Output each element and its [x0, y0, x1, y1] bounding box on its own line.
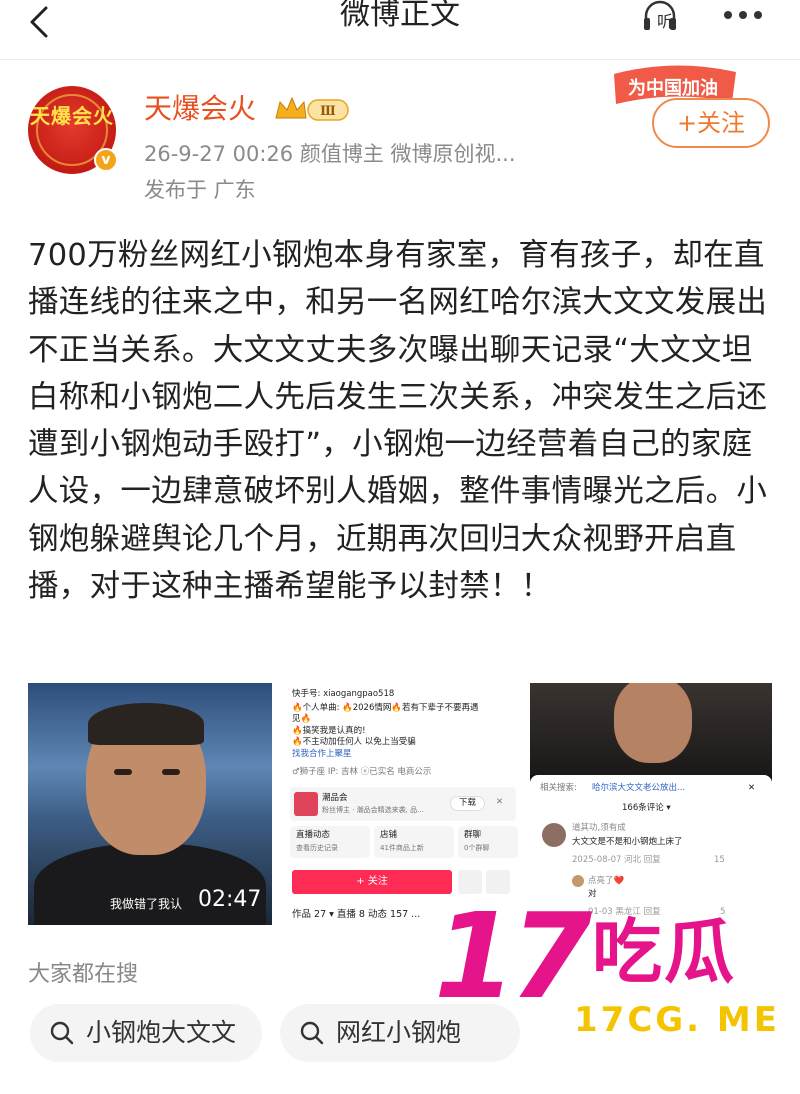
follow-button[interactable]: +关注	[652, 98, 770, 148]
comment-count: 166条评论 ▾	[622, 803, 671, 813]
listen-headphones-icon[interactable]: 听	[640, 0, 700, 34]
author-name[interactable]: 天爆会火	[144, 92, 256, 126]
search-section-title: 大家都在搜	[28, 962, 139, 987]
avatar-text: 天爆会火	[30, 104, 114, 128]
comment-likes: 15	[714, 855, 725, 865]
bio-line: 🔥个人单曲: 🔥2026情网🔥若有下辈子不要再遇	[292, 703, 479, 713]
live-label: 直播动态	[296, 830, 331, 840]
comment-text: 大文文是不是和小钢炮上床了	[572, 837, 683, 847]
watermark-number: 17	[434, 887, 592, 1025]
bio-link: 找我合作上聚星	[292, 749, 352, 759]
kuaishou-handle: 快手号: xiaogangpao518	[292, 689, 395, 699]
comment-user: 道其功,须有成	[572, 823, 626, 833]
profile-tabs: 作品 27 ▾ 直播 8 动态 157 ...	[292, 909, 421, 920]
post-text: 700万粉丝网红小钢炮本身有家室，育有孩子，却在直播连线的往来之中，和另一名网红…	[28, 238, 768, 605]
member-level: Ⅲ	[320, 104, 336, 119]
bio-line: 见🔥	[292, 714, 312, 724]
close-icon: ✕	[748, 783, 756, 793]
listen-label: 听	[657, 12, 673, 31]
watermark-text: 吃瓜	[592, 911, 736, 993]
download-button[interactable]: 下载	[450, 796, 486, 811]
profile-tags: ♂狮子座 IP: 吉林 ⓥ已实名 电商公示	[292, 767, 432, 777]
site-watermark: 17 吃瓜 17CG. ME	[434, 896, 794, 1046]
member-crown-icon: Ⅲ	[275, 96, 349, 121]
store-label: 店铺	[380, 830, 398, 840]
search-chip[interactable]: 小钢炮大文文	[30, 1004, 262, 1062]
post-location: 发布于 广东	[144, 178, 256, 202]
comment-meta: 2025-08-07 河北 回复	[572, 855, 661, 865]
video-duration: 02:47	[198, 887, 262, 912]
search-icon	[50, 1021, 74, 1045]
top-nav: 微博正文 听	[0, 0, 800, 60]
bio-line: 🔥搞笑我是认真的!	[292, 726, 366, 736]
close-icon: ✕	[496, 797, 504, 807]
watermark-url: 17CG. ME	[574, 1000, 780, 1040]
comment-user: 点亮了❤️	[588, 876, 625, 886]
badge-text: 为中国加油	[628, 77, 718, 99]
group-label: 群聊	[464, 830, 482, 840]
profile-follow-button[interactable]: + 关注	[292, 870, 452, 894]
live-sub: 查看历史记录	[296, 844, 338, 852]
more-options-icon[interactable]	[724, 0, 776, 30]
shop-name: 潮品会	[322, 793, 348, 803]
video-thumbnail[interactable]: 我做错了我认 02:47	[28, 683, 272, 925]
bio-line: 🔥不主动加任何人 以免上当受骗	[292, 737, 416, 747]
avatar	[542, 823, 566, 847]
search-chip-label: 小钢炮大文文	[86, 1018, 237, 1047]
video-caption: 我做错了我认	[110, 897, 183, 911]
shop-card: 潮品会 粉丝博主 · 潮品会精选来袭, 品... 下载 ✕	[290, 787, 516, 821]
search-icon	[300, 1021, 324, 1045]
store-sub: 41件商品上新	[380, 844, 424, 852]
verified-icon: v	[94, 148, 118, 172]
related-search-label: 相关搜索:	[540, 783, 577, 793]
avatar	[572, 875, 584, 887]
post-meta: 26-9-27 00:26 颜值博主 微博原创视...	[144, 142, 516, 166]
related-search-link: 哈尔滨大文文老公放出...	[592, 783, 686, 793]
group-sub: 0个群聊	[464, 844, 490, 852]
shop-sub: 粉丝博主 · 潮品会精选来袭, 品...	[322, 806, 424, 814]
